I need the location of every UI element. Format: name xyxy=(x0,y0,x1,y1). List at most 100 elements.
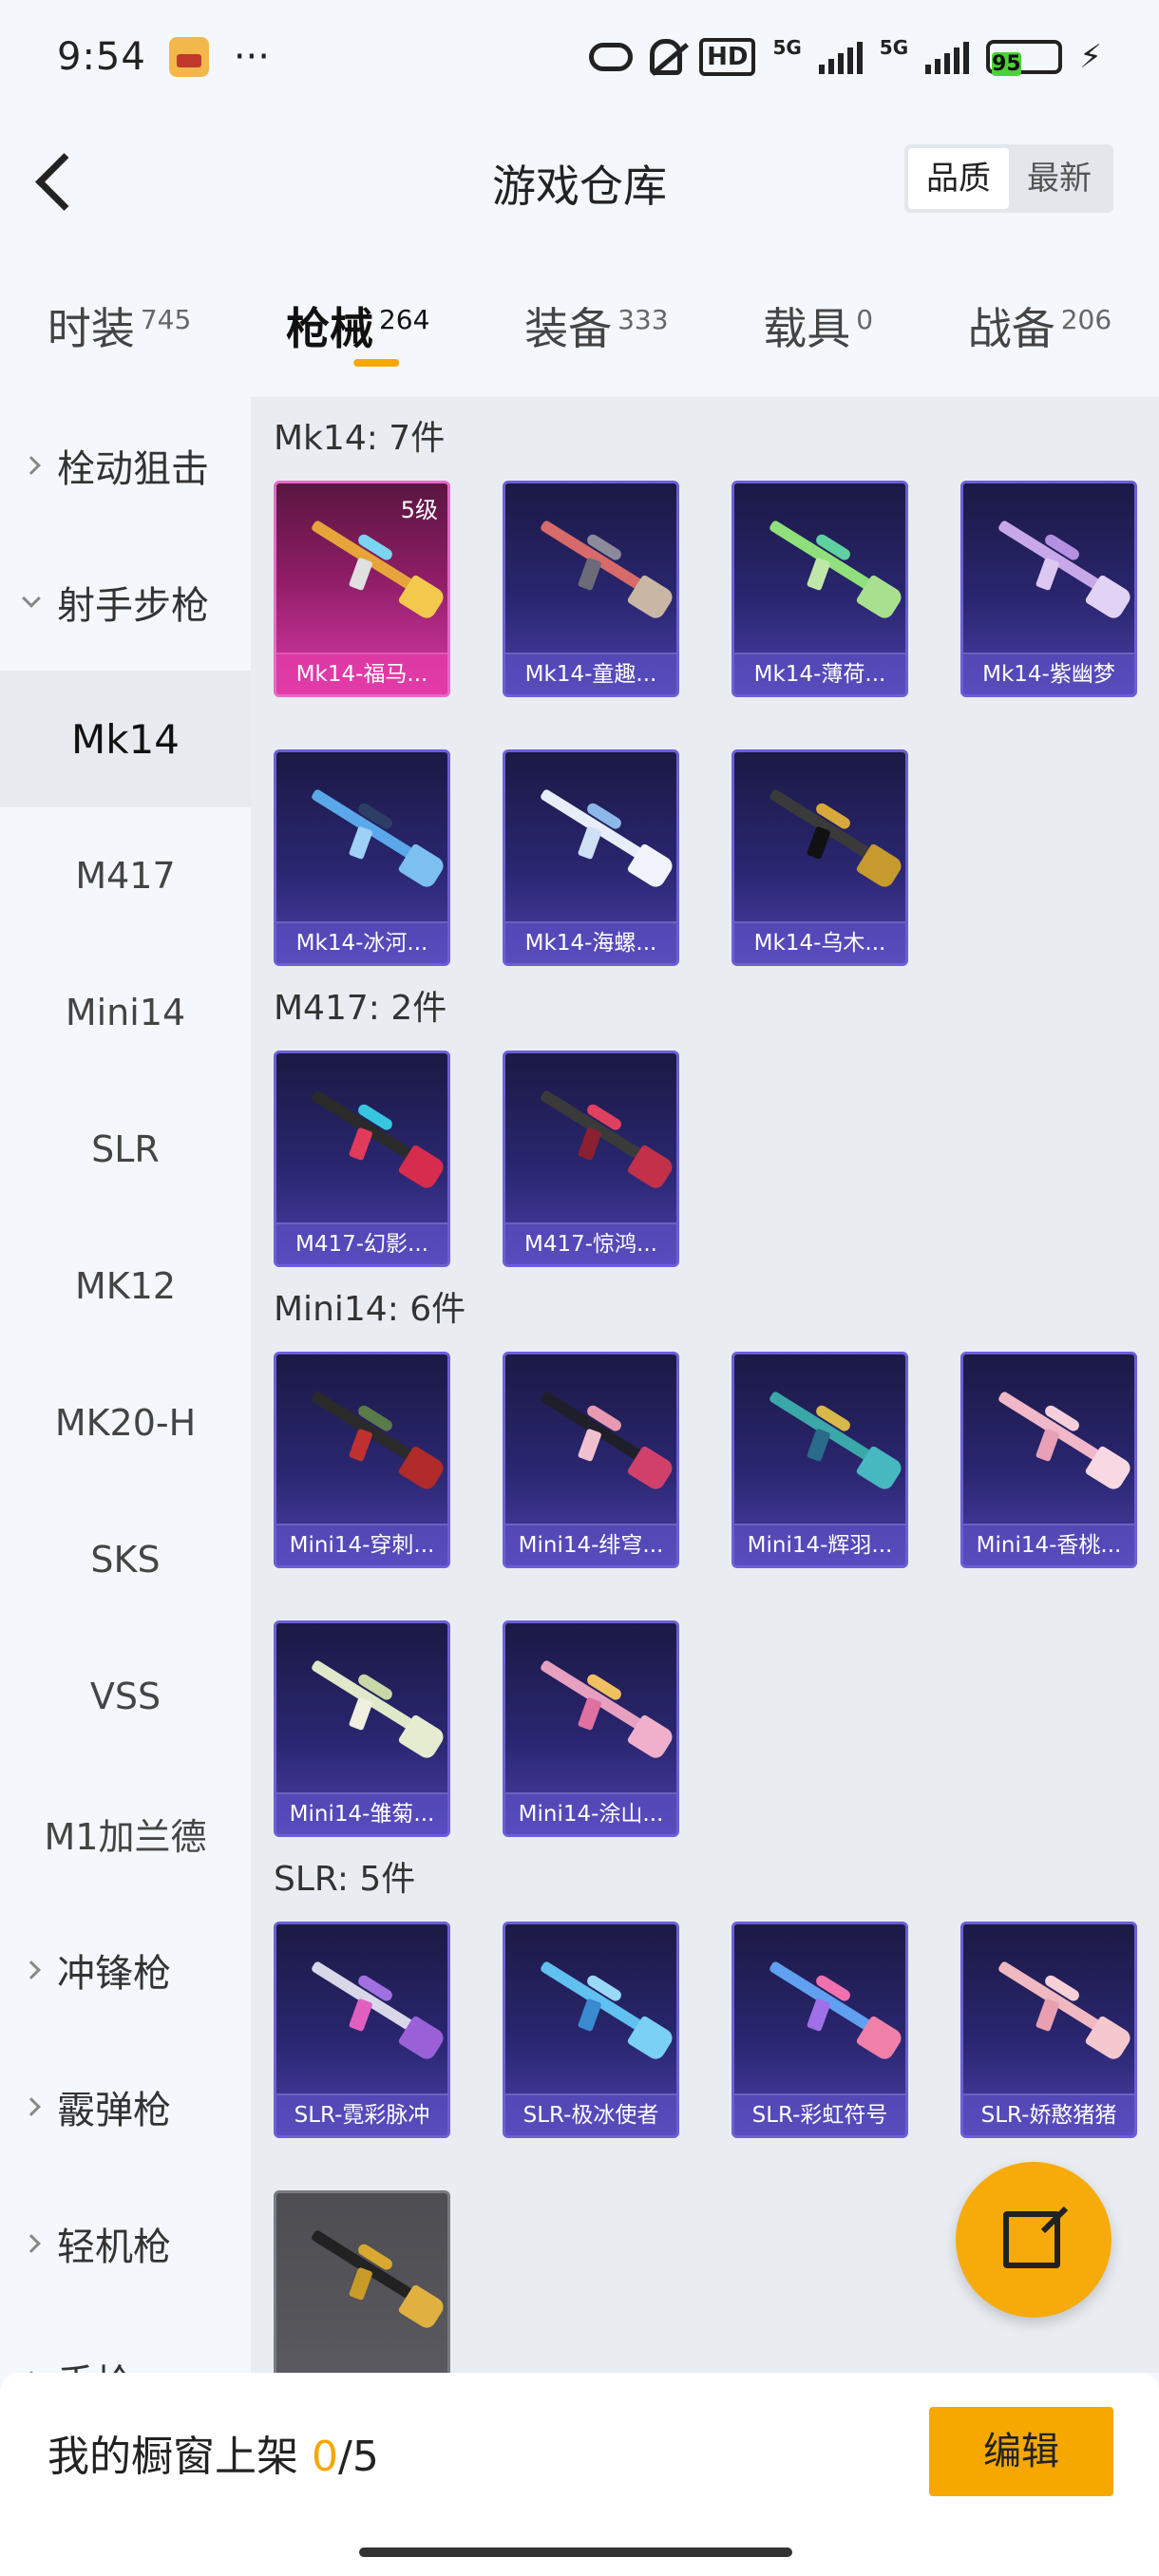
sidebar-item-mk14[interactable]: Mk14 xyxy=(0,671,251,807)
sidebar-group-label: 霰弹枪 xyxy=(57,2089,171,2132)
skin-card[interactable]: Mini14-涂山... xyxy=(503,1620,679,1837)
sidebar-item-mk12[interactable]: MK12 xyxy=(0,1218,251,1354)
tab-count: 745 xyxy=(140,303,192,335)
rifle-icon xyxy=(521,1073,676,1210)
share-icon xyxy=(1003,2211,1060,2268)
tab-label: 装备 xyxy=(524,303,613,354)
skin-name: Mk14-冰河... xyxy=(276,921,447,963)
skin-card[interactable]: Mk14-薄荷... xyxy=(732,481,908,697)
rifle-icon xyxy=(292,2213,447,2350)
network-type-2: 5G xyxy=(879,36,909,59)
skin-card[interactable]: SLR-娇憨猪猪 xyxy=(960,1922,1137,2138)
sidebar-group-shotgun[interactable]: 霰弹枪 xyxy=(0,2038,251,2175)
skin-card[interactable]: Mk14-冰河... xyxy=(274,749,450,966)
network-type-1: 5G xyxy=(772,36,802,59)
skin-name: Mk14-薄荷... xyxy=(734,653,905,694)
skin-card[interactable]: Mini14-绯穹... xyxy=(503,1352,679,1568)
rifle-icon xyxy=(750,503,905,640)
sort-newest[interactable]: 最新 xyxy=(1009,148,1110,209)
skin-name: Mk14-紫幽梦 xyxy=(963,653,1134,694)
charging-icon: ⚡ xyxy=(1079,38,1102,76)
skin-card[interactable]: Mini14-雏菊... xyxy=(274,1620,450,1837)
top-bar: 游戏仓库 品质 最新 xyxy=(0,123,1159,237)
tab-label: 时装 xyxy=(47,303,135,354)
skin-card[interactable]: M417-幻影... xyxy=(274,1051,450,1267)
mute-icon xyxy=(650,39,683,75)
rifle-icon xyxy=(521,1374,676,1511)
sidebar-group-dmr[interactable]: 射手步枪 xyxy=(0,534,251,671)
section-title: M417: 2件 xyxy=(274,989,447,1028)
section-title: SLR: 5件 xyxy=(274,1860,416,1899)
skin-card[interactable]: SLR-极冰使者 xyxy=(503,1922,679,2138)
signal-icon-1 xyxy=(818,40,863,74)
chevron-down-icon xyxy=(22,589,41,608)
sidebar-group-bolt-sniper[interactable]: 栓动狙击 xyxy=(0,397,251,534)
tab-vehicles[interactable]: 载具 0 xyxy=(763,266,873,389)
skin-name: Mini14-雏菊... xyxy=(276,1792,447,1834)
weapon-category-sidebar: 栓动狙击 射手步枪 Mk14 M417 Mini14 SLR MK12 MK20… xyxy=(0,397,251,2406)
status-bar: 9:54 ··· HD 5G 5G 95 ⚡ xyxy=(0,0,1159,114)
skin-name: Mini14-涂山... xyxy=(505,1792,676,1834)
sort-quality[interactable]: 品质 xyxy=(908,148,1009,209)
sidebar-group-lmg[interactable]: 轻机枪 xyxy=(0,2175,251,2312)
skin-name: SLR-霓彩脉冲 xyxy=(276,2093,447,2135)
skin-card[interactable]: 5级 Mk14-福马... xyxy=(274,481,450,697)
rifle-icon xyxy=(750,1944,905,2081)
skin-card[interactable]: Mini14-穿刺... xyxy=(274,1352,450,1568)
sidebar-item-m1-garand[interactable]: M1加兰德 xyxy=(0,1765,251,1902)
tab-label: 载具 xyxy=(763,303,851,354)
bottom-bar: 我的橱窗上架 0/5 编辑 xyxy=(0,2373,1159,2576)
skin-name: Mk14-福马... xyxy=(276,653,447,694)
tab-count: 264 xyxy=(378,303,430,335)
skin-card[interactable]: Mk14-童趣... xyxy=(503,481,679,697)
skin-card[interactable]: Mini14-香桃... xyxy=(960,1352,1137,1568)
category-tabs: 时装 745 枪械 264 装备 333 载具 0 战备 206 xyxy=(0,266,1159,389)
clock: 9:54 xyxy=(57,35,146,79)
weapon-skin-grid: Mk14: 7件 5级 Mk14-福马... Mk14-童趣... Mk14-薄… xyxy=(251,397,1159,2373)
skin-card[interactable] xyxy=(274,2190,450,2373)
skin-row: M417-幻影... M417-惊鸿... xyxy=(274,1051,1159,1319)
tab-guns[interactable]: 枪械 264 xyxy=(286,266,429,389)
skin-name: M417-幻影... xyxy=(276,1222,447,1264)
showcase-label: 我的橱窗上架 xyxy=(48,2433,298,2481)
rifle-icon xyxy=(292,1374,447,1511)
chevron-right-icon xyxy=(22,1960,41,1979)
sidebar-item-mk20h[interactable]: MK20-H xyxy=(0,1354,251,1491)
skin-card[interactable]: Mk14-海螺... xyxy=(503,749,679,966)
skin-name: Mini14-香桃... xyxy=(963,1524,1134,1565)
skin-name: Mini14-辉羽... xyxy=(734,1524,905,1565)
share-button[interactable] xyxy=(956,2162,1112,2318)
sidebar-item-slr[interactable]: SLR xyxy=(0,1081,251,1218)
chevron-right-icon xyxy=(22,456,41,475)
battery-icon: 95 xyxy=(986,40,1063,76)
rifle-icon xyxy=(978,1944,1134,2081)
battery-level: 95 xyxy=(992,52,1021,76)
tab-equipment[interactable]: 装备 333 xyxy=(524,266,668,389)
sidebar-group-label: 射手步枪 xyxy=(57,584,209,628)
rifle-icon xyxy=(292,1944,447,2081)
sidebar-item-vss[interactable]: VSS xyxy=(0,1628,251,1765)
skin-name: Mk14-海螺... xyxy=(505,921,676,963)
sidebar-group-label: 冲锋枪 xyxy=(57,1952,171,1996)
rifle-icon xyxy=(292,772,447,909)
signal-icon-2 xyxy=(925,40,970,74)
tab-label: 战备 xyxy=(967,303,1055,354)
sidebar-item-sks[interactable]: SKS xyxy=(0,1491,251,1628)
sidebar-item-m417[interactable]: M417 xyxy=(0,807,251,944)
rifle-icon xyxy=(978,503,1134,640)
skin-card[interactable]: Mk14-紫幽梦 xyxy=(960,481,1137,697)
skin-card[interactable]: Mini14-辉羽... xyxy=(732,1352,908,1568)
edit-button[interactable]: 编辑 xyxy=(929,2407,1113,2496)
sidebar-item-mini14[interactable]: Mini14 xyxy=(0,944,251,1081)
skin-card[interactable]: M417-惊鸿... xyxy=(503,1051,679,1267)
tab-supplies[interactable]: 战备 206 xyxy=(968,266,1112,389)
more-notifications-icon: ··· xyxy=(233,35,270,79)
rifle-icon xyxy=(292,1073,447,1210)
sidebar-group-smg[interactable]: 冲锋枪 xyxy=(0,1902,251,2038)
skin-card[interactable]: SLR-霓彩脉冲 xyxy=(274,1922,450,2138)
chevron-right-icon xyxy=(22,2097,41,2116)
skin-card[interactable]: SLR-彩虹符号 xyxy=(732,1922,908,2138)
home-indicator[interactable] xyxy=(359,2548,792,2557)
skin-card[interactable]: Mk14-乌木... xyxy=(732,749,908,966)
tab-fashion[interactable]: 时装 745 xyxy=(48,266,191,389)
